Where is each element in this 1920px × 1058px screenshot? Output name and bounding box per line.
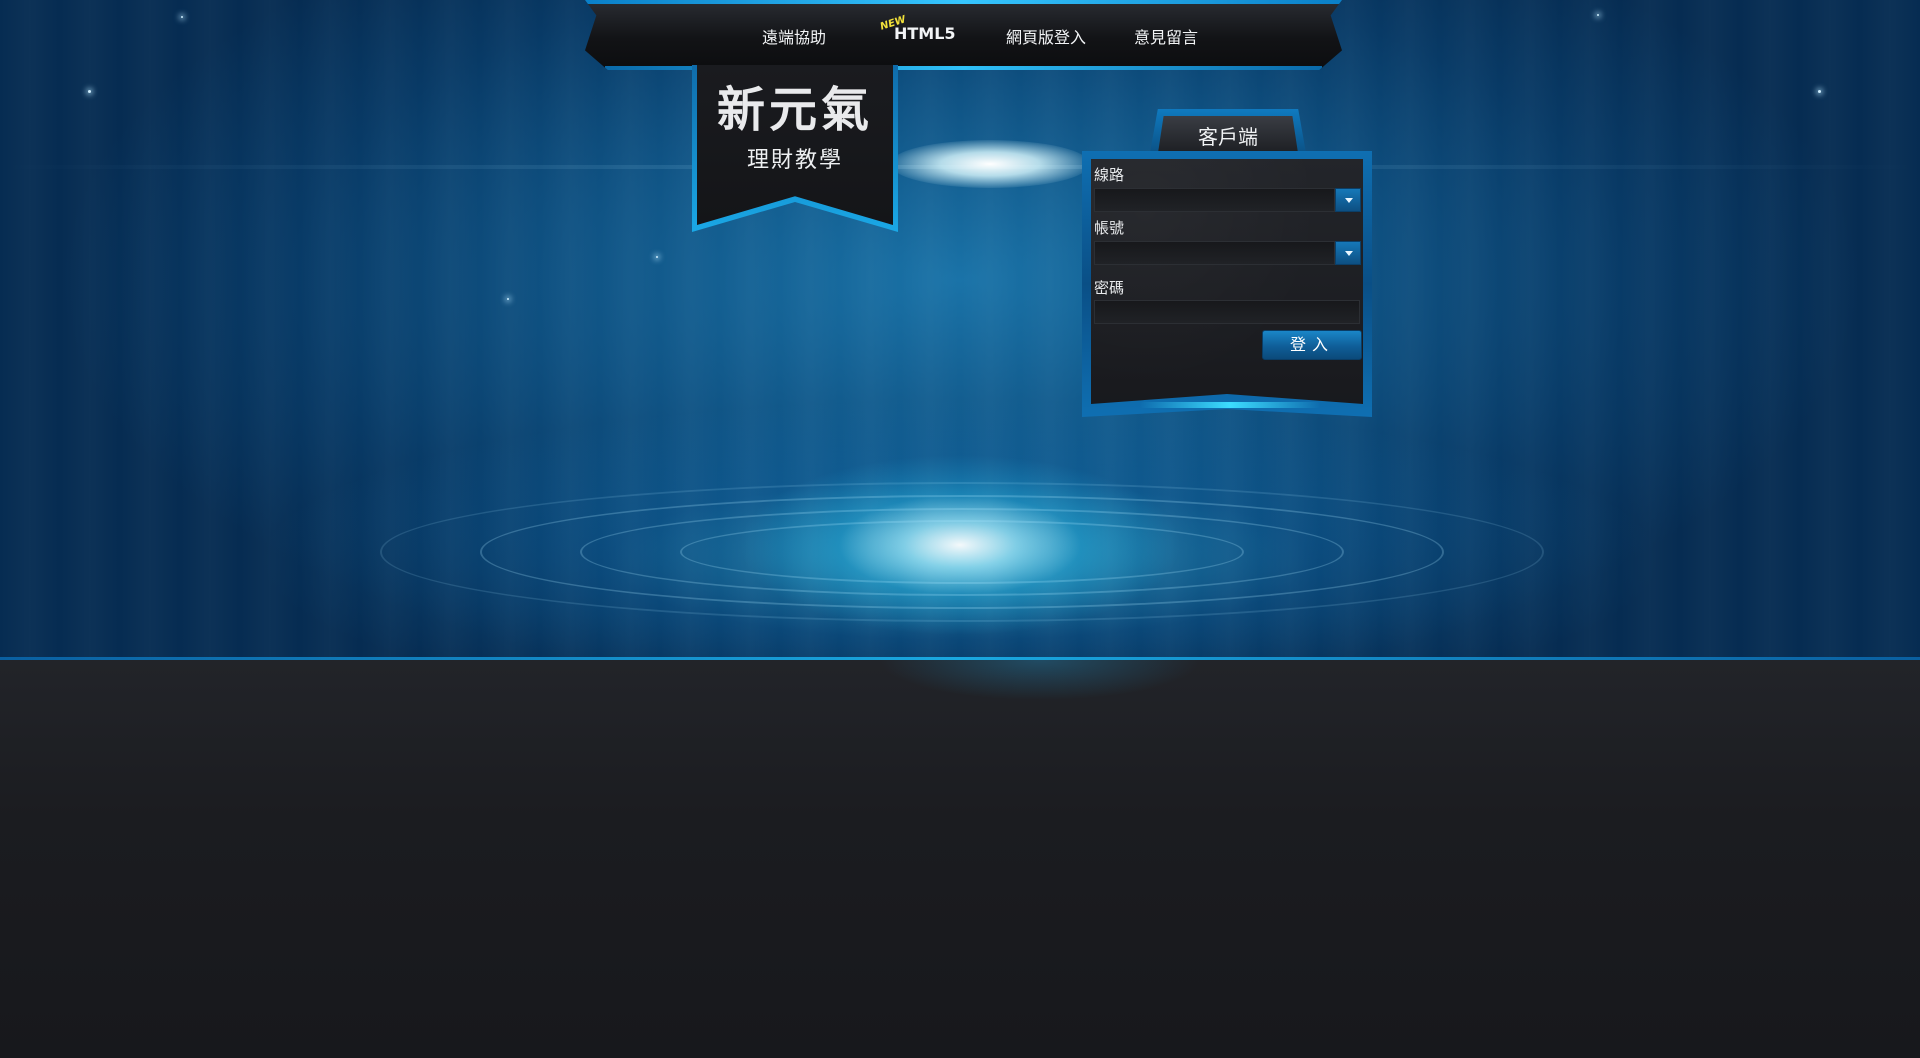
nav-item-remote-assist[interactable]: 遠端協助	[762, 24, 826, 48]
nav-item-feedback[interactable]: 意見留言	[1134, 24, 1198, 48]
floor-background	[0, 660, 1920, 1058]
logo-title: 新元氣	[716, 82, 873, 138]
star	[656, 256, 658, 258]
client-panel-tab-label: 客戶端	[1198, 125, 1258, 149]
light-flare	[890, 140, 1090, 188]
line-dropdown-chevron-icon[interactable]	[1335, 188, 1361, 212]
galaxy-ring	[380, 482, 1544, 622]
top-nav: 遠端協助 NEW HTML5 網頁版登入 意見留言	[0, 0, 1920, 70]
account-label: 帳號	[1094, 219, 1125, 237]
account-dropdown-chevron-icon[interactable]	[1335, 241, 1361, 265]
account-input[interactable]	[1094, 241, 1335, 265]
line-select[interactable]	[1094, 188, 1335, 212]
line-label: 線路	[1094, 166, 1125, 184]
nav-item-html5[interactable]: HTML5	[894, 24, 956, 43]
logo-subtitle: 理財教學	[746, 148, 843, 173]
star	[1818, 90, 1821, 93]
hero-background	[0, 0, 1920, 660]
password-label: 密碼	[1094, 279, 1125, 297]
panel-bottom-glow	[1140, 402, 1320, 408]
password-input[interactable]	[1094, 300, 1360, 324]
star	[507, 298, 509, 300]
login-button[interactable]: 登入	[1262, 330, 1362, 360]
star	[88, 90, 91, 93]
nav-item-web-login[interactable]: 網頁版登入	[1006, 24, 1086, 48]
